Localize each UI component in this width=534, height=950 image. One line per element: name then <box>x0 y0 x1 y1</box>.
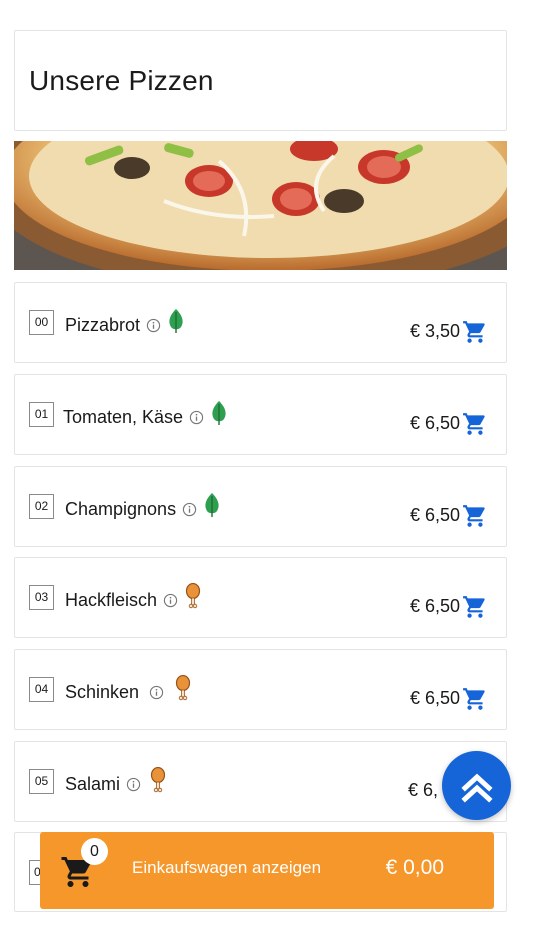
leaf-icon <box>212 401 226 425</box>
item-price: € 6,50 <box>409 413 460 433</box>
info-icon[interactable] <box>126 777 141 792</box>
meat-icon <box>185 583 201 609</box>
item-number: 01 <box>29 402 54 427</box>
cart-count-badge: 0 <box>81 838 108 865</box>
page-title: Unsere Pizzen <box>29 64 214 96</box>
info-icon[interactable] <box>163 593 178 608</box>
item-name: Champignons <box>65 498 177 519</box>
meat-icon <box>150 767 166 793</box>
menu-item[interactable]: 01 Tomaten, Käse € 6,50 <box>14 374 507 455</box>
menu-item[interactable]: 03 Hackfleisch € 6,50 <box>14 557 507 638</box>
add-to-cart-icon[interactable] <box>462 503 488 529</box>
add-to-cart-icon[interactable] <box>462 594 488 620</box>
item-name: Pizzabrot <box>65 314 141 335</box>
item-price: € 6,50 <box>409 505 460 525</box>
cart-total: € 0,00 <box>385 856 444 879</box>
info-icon[interactable] <box>182 502 197 517</box>
item-price: € 3,50 <box>409 321 460 341</box>
item-name: Schinken <box>65 681 140 702</box>
scroll-to-top-button[interactable] <box>442 751 511 820</box>
info-icon[interactable] <box>189 410 204 425</box>
item-name: Hackfleisch <box>65 589 158 610</box>
meat-icon <box>175 675 191 701</box>
menu-item[interactable]: 05 Salami € 6, <box>14 741 507 822</box>
add-to-cart-icon[interactable] <box>462 411 488 437</box>
menu-item[interactable]: 00 Pizzabrot € 3,50 <box>14 282 507 363</box>
item-name: Tomaten, Käse <box>63 406 184 427</box>
item-number: 02 <box>29 494 54 519</box>
menu-item[interactable]: 02 Champignons € 6,50 <box>14 466 507 547</box>
item-number: 00 <box>29 310 54 335</box>
page-header: Unsere Pizzen <box>14 30 507 131</box>
item-number: 04 <box>29 677 54 702</box>
add-to-cart-icon[interactable] <box>462 686 488 712</box>
add-to-cart-icon[interactable] <box>462 319 488 345</box>
leaf-icon <box>169 309 183 333</box>
cart-label: Einkaufswagen anzeigen <box>132 858 322 877</box>
pizza-banner-image <box>14 141 507 270</box>
view-cart-button[interactable]: 0 Einkaufswagen anzeigen € 0,00 <box>40 832 494 909</box>
leaf-icon <box>205 493 219 517</box>
double-chevron-up-icon <box>460 773 493 803</box>
item-name: Salami <box>65 773 121 794</box>
item-number: 05 <box>29 769 54 794</box>
item-price: € 6, <box>407 780 438 800</box>
info-icon[interactable] <box>146 318 161 333</box>
info-icon[interactable] <box>149 685 164 700</box>
item-price: € 6,50 <box>409 688 460 708</box>
menu-item[interactable]: 04 Schinken € 6,50 <box>14 649 507 730</box>
item-number: 03 <box>29 585 54 610</box>
item-price: € 6,50 <box>409 596 460 616</box>
